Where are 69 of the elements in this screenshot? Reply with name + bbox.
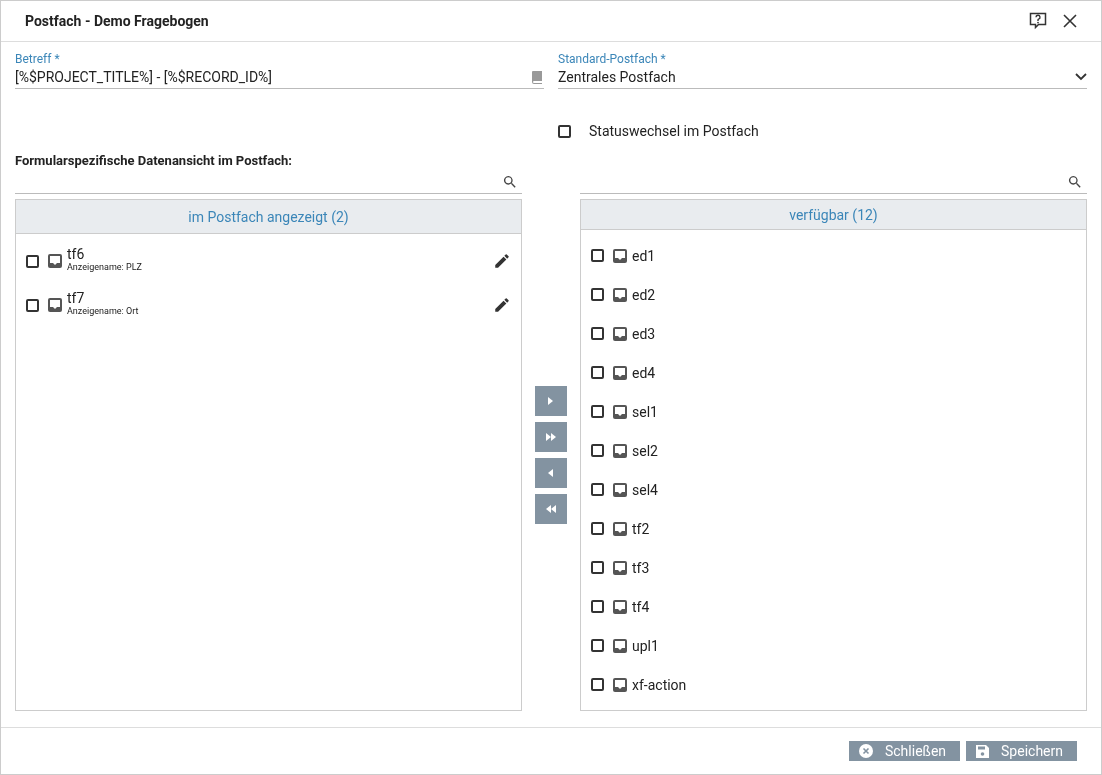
edit-button[interactable] [493, 252, 511, 270]
list-header: verfügbar (12) [581, 200, 1086, 230]
checkbox[interactable] [591, 639, 604, 652]
field-name: tf3 [632, 559, 650, 576]
inbox-icon [47, 297, 63, 313]
checkbox[interactable] [26, 299, 39, 312]
checkbox[interactable] [591, 678, 604, 691]
move-button[interactable] [535, 494, 567, 524]
field-name: ed1 [632, 247, 656, 264]
field-name: xf-action [632, 676, 687, 693]
help-button[interactable] [1029, 12, 1047, 30]
display-name: Anzeigename: Ort [67, 306, 140, 316]
chevron-down-icon [1075, 73, 1087, 81]
checkbox[interactable] [591, 483, 604, 496]
checkbox-label: Statuswechsel im Postfach [589, 123, 759, 139]
checkbox[interactable] [558, 124, 571, 138]
window-title: Postfach - Demo Fragebogen [25, 13, 210, 29]
checkbox[interactable] [591, 444, 604, 457]
move-button[interactable] [535, 422, 567, 452]
list-header: im Postfach angezeigt (2) [16, 200, 521, 234]
field-label: Betreff * [15, 52, 61, 66]
checkbox[interactable] [591, 366, 604, 379]
field-name: tf4 [632, 598, 650, 615]
checkbox[interactable] [591, 249, 604, 262]
subject-field[interactable]: [%$PROJECT_TITLE%] - [%$RECORD_ID%] [15, 66, 544, 89]
checkbox[interactable] [591, 522, 604, 535]
checkbox[interactable] [26, 255, 39, 268]
inbox-icon [612, 520, 628, 537]
inbox-icon [612, 559, 628, 576]
field-name: upl1 [632, 637, 659, 654]
close-icon [858, 744, 873, 758]
field-name: ed4 [632, 364, 656, 381]
field-name: ed2 [632, 286, 656, 303]
field-name: ed3 [632, 325, 656, 342]
field-name: sel2 [632, 442, 658, 459]
play-icon [547, 395, 555, 407]
mailbox-dropdown[interactable]: Zentrales Postfach [558, 66, 1087, 89]
inbox-icon [612, 403, 628, 420]
field-name: tf6 [67, 246, 86, 262]
double-arrow-icon [545, 503, 557, 515]
double-arrow-icon [545, 431, 557, 443]
field-name: sel1 [632, 403, 658, 420]
checkbox[interactable] [591, 600, 604, 613]
field-name: tf2 [632, 520, 650, 537]
close-button[interactable] [1063, 14, 1077, 28]
inbox-icon [47, 253, 63, 269]
edit-button[interactable] [493, 296, 511, 314]
checkbox[interactable] [591, 288, 604, 301]
checkbox[interactable] [591, 405, 604, 418]
search-icon[interactable] [1067, 173, 1083, 190]
inbox-icon [612, 442, 628, 459]
field-label: Standard-Postfach * [558, 52, 667, 66]
inbox-icon [612, 364, 628, 381]
inbox-icon [612, 676, 628, 693]
inbox-icon [612, 247, 628, 264]
checkbox[interactable] [591, 561, 604, 574]
inbox-icon [612, 598, 628, 615]
section-title: Formularspezifische Datenansicht im Postfach: [15, 153, 293, 168]
book-icon[interactable] [530, 70, 544, 84]
inbox-icon [612, 286, 628, 303]
search-icon[interactable] [502, 173, 518, 190]
play-icon [547, 467, 555, 479]
inbox-icon [612, 637, 628, 654]
checkbox[interactable] [591, 327, 604, 340]
inbox-icon [612, 481, 628, 498]
inbox-icon [612, 325, 628, 342]
field-name: sel4 [632, 481, 658, 498]
field-name: tf7 [67, 290, 86, 306]
display-name: Anzeigename: PLZ [67, 262, 143, 272]
